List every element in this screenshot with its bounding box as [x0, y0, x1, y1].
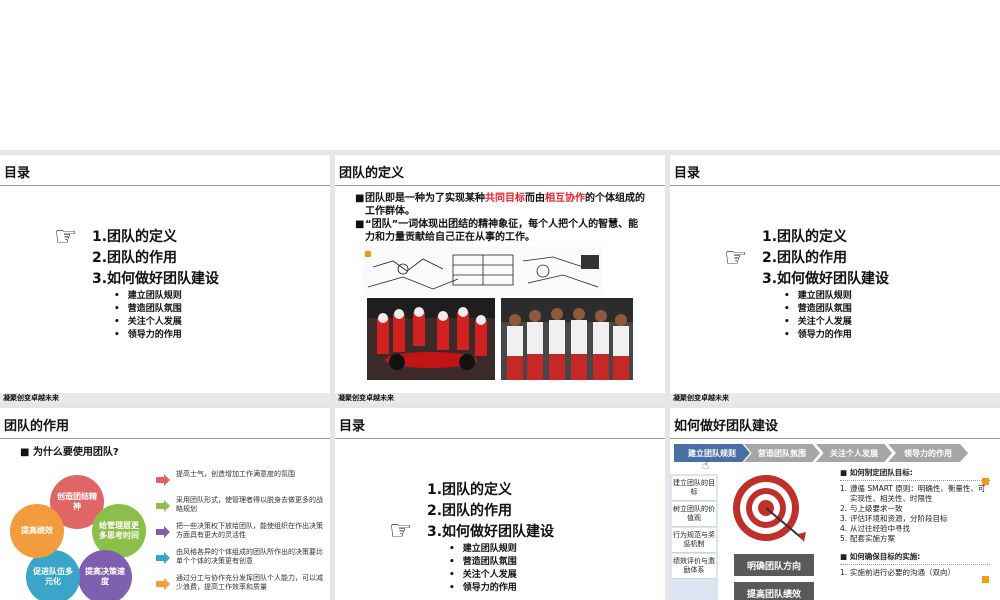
side-panel: 建立团队的目标 树立团队的价值观 行为规范与奖惩机制 绩效评价与激励体系 — [670, 474, 718, 600]
toc-item-1: 1.团队的定义 — [762, 229, 848, 245]
team-huddle-photo — [501, 298, 633, 380]
toc-item-1: 1.团队的定义 — [92, 229, 178, 245]
goal-setting-heading: ■ 如何制定团队目标: — [840, 468, 990, 481]
toc-list: 1.团队的定义 2.团队的作用 3.如何做好团队建设 建立团队规则 营造团队氛围… — [92, 227, 219, 342]
reasons-list: 提高士气，创造增加工作满意度的氛围 采用团队形式，使管理者得以脱身去做更多的战略… — [156, 468, 326, 598]
toc-subitem: 领导力的作用 — [784, 329, 889, 342]
highlight-common-goal: 共同目标 — [485, 193, 525, 204]
slide-header: 目录 — [670, 155, 1000, 186]
slide-header: 目录 — [0, 155, 330, 186]
toc-item-2: 2.团队的作用 — [427, 503, 513, 519]
reason-text: 把一些决策权下放给团队，能使组织在作出决策方面具有更大的灵活性 — [176, 522, 323, 539]
step-leadership: 领导力的作用 — [888, 444, 968, 462]
side-item-team-values: 树立团队的价值观 — [672, 502, 716, 527]
side-item-team-goal: 建立团队的目标 — [672, 476, 716, 501]
toc-subitem: 建立团队规则 — [449, 543, 554, 556]
racing-pit-crew-photo — [367, 298, 495, 380]
slide-header: 团队的作用 — [0, 408, 330, 439]
slide-title: 目录 — [339, 419, 366, 434]
improve-performance-button: 提高团队绩效 — [734, 582, 814, 600]
toc-subitem: 营造团队氛围 — [449, 556, 554, 569]
slide-title: 如何做好团队建设 — [674, 419, 779, 434]
toc-subitem: 关注个人发展 — [114, 316, 219, 329]
target-icon — [732, 470, 808, 546]
step-build-rules: 建立团队规则 — [674, 444, 750, 462]
toc-subitem: 关注个人发展 — [449, 569, 554, 582]
pointing-hand-icon: ☞ — [389, 516, 413, 546]
goal-step: 3. 评估环境和资源，分阶段目标 — [840, 514, 948, 523]
goal-step: 1. 遵循 SMART 原则：明确性、衡量性、可实现性、相关性、时限性 — [840, 484, 986, 503]
slide-4-thumbnail[interactable]: 团队的作用 ■ 为什么要使用团队? 创造团结精神 给管理层更多思考时间 提高决策… — [0, 408, 330, 600]
reason-text: 提高士气，创造增加工作满意度的氛围 — [176, 470, 295, 478]
pointing-hand-icon: ☞ — [54, 222, 78, 252]
toc-subitem: 建立团队规则 — [784, 290, 889, 303]
toc-item-2: 2.团队的作用 — [92, 250, 178, 266]
toc-item-3: 3.如何做好团队建设 — [427, 524, 555, 540]
goal-step: 4. 从过往经验中寻找 — [840, 524, 910, 533]
pointing-hand-icon: ☞ — [724, 243, 748, 273]
toc-subitem: 关注个人发展 — [784, 316, 889, 329]
slide-1-thumbnail[interactable]: 目录 ☞ 1.团队的定义 2.团队的作用 3.如何做好团队建设 建立团队规则 营… — [0, 155, 330, 403]
why-team-question: ■ 为什么要使用团队? — [20, 447, 119, 458]
toc-subitem: 建立团队规则 — [114, 290, 219, 303]
arrow-icon — [156, 500, 170, 512]
slide-header: 如何做好团队建设 — [670, 408, 1000, 439]
highlight-cooperation: 相互协作 — [545, 193, 585, 204]
definition-text: ■ 团队即是一种为了实现某种共同目标而由相互协作的个体组成的工作群体。 ■ “团… — [355, 192, 645, 244]
slide-5-thumbnail[interactable]: 目录 ☞ 1.团队的定义 2.团队的作用 3.如何做好团队建设 建立团队规则 营… — [335, 408, 665, 600]
side-item-performance-system: 绩效评价与激励体系 — [672, 554, 716, 579]
slide-header: 团队的定义 — [335, 155, 665, 186]
slide-title: 团队的定义 — [339, 166, 405, 181]
footer-text: 凝聚创变卓越未来 — [673, 394, 729, 402]
circle-performance: 提高绩效 — [10, 504, 64, 558]
toc-item-3: 3.如何做好团队建设 — [92, 271, 220, 287]
sketch-illustration — [363, 247, 603, 295]
reason-text: 由风格各异的个体组成的团队所作出的决策要比单个个体的决策更有创意 — [176, 548, 323, 565]
toc-subitem: 营造团队氛围 — [114, 303, 219, 316]
toc-item-2: 2.团队的作用 — [762, 250, 848, 266]
slide-2-thumbnail[interactable]: 团队的定义 ■ 团队即是一种为了实现某种共同目标而由相互协作的个体组成的工作群体… — [335, 155, 665, 403]
step-create-atmosphere: 营造团队氛围 — [744, 444, 820, 462]
toc-list: 1.团队的定义 2.团队的作用 3.如何做好团队建设 建立团队规则 营造团队氛围… — [427, 480, 554, 595]
slide-3-thumbnail[interactable]: 目录 ☞ 1.团队的定义 2.团队的作用 3.如何做好团队建设 建立团队规则 营… — [670, 155, 1000, 403]
goal-setting-panel: ■ 如何制定团队目标: 1. 遵循 SMART 原则：明确性、衡量性、可实现性、相… — [840, 468, 990, 578]
footer-text: 凝聚创变卓越未来 — [3, 394, 59, 402]
slide-footer: 凝聚创变卓越未来 — [0, 393, 330, 403]
toc-subitem: 营造团队氛围 — [784, 303, 889, 316]
arrow-icon — [156, 552, 170, 564]
circle-decision-speed: 提高决策速度 — [78, 550, 132, 600]
goal-implementation-heading: ■ 如何确保目标的实施: — [840, 552, 990, 565]
slide-header: 目录 — [335, 408, 665, 439]
footer-text: 凝聚创变卓越未来 — [338, 394, 394, 402]
arrow-icon — [156, 526, 170, 538]
implementation-step: 1. 实施前进行必要的沟通（双向） — [840, 568, 955, 577]
side-item-behavior-norms: 行为规范与奖惩机制 — [672, 528, 716, 553]
reason-text: 通过分工与协作充分发挥团队个人能力，可以减少浪费，提高工作效率和质量 — [176, 574, 323, 591]
orange-marker-icon — [982, 478, 989, 485]
slide-title: 目录 — [674, 166, 701, 181]
toc-subitem: 领导力的作用 — [114, 329, 219, 342]
reason-text: 采用团队形式，使管理者得以脱身去做更多的战略规划 — [176, 496, 323, 513]
toc-item-3: 3.如何做好团队建设 — [762, 271, 890, 287]
definition-paragraph-2: ■ “团队”一词体现出团结的精神象征，每个人把个人的智慧、能力和力量贡献给自己正… — [355, 219, 639, 243]
cursor-hand-icon: ☝ — [702, 458, 710, 472]
orange-marker-icon — [982, 576, 989, 583]
slide-title: 目录 — [4, 166, 31, 181]
slide-footer: 凝聚创变卓越未来 — [670, 393, 1000, 403]
toc-item-1: 1.团队的定义 — [427, 482, 513, 498]
slide-6-thumbnail[interactable]: 如何做好团队建设 建立团队规则 营造团队氛围 关注个人发展 领导力的作用 ☝ 建… — [670, 408, 1000, 600]
arrow-icon — [156, 578, 170, 590]
goal-step: 2. 与上级要求一致 — [840, 504, 903, 513]
clarify-direction-button: 明确团队方向 — [734, 554, 814, 576]
goal-step: 5. 配套实施方案 — [840, 534, 895, 543]
definition-paragraph-1: ■ 团队即是一种为了实现某种共同目标而由相互协作的个体组成的工作群体。 — [355, 193, 645, 217]
arrow-icon — [156, 474, 170, 486]
toc-subitem: 领导力的作用 — [449, 582, 554, 595]
slide-footer: 凝聚创变卓越未来 — [335, 393, 665, 403]
slide-title: 团队的作用 — [4, 419, 70, 434]
toc-list: 1.团队的定义 2.团队的作用 3.如何做好团队建设 建立团队规则 营造团队氛围… — [762, 227, 889, 342]
step-personal-development: 关注个人发展 — [816, 444, 892, 462]
